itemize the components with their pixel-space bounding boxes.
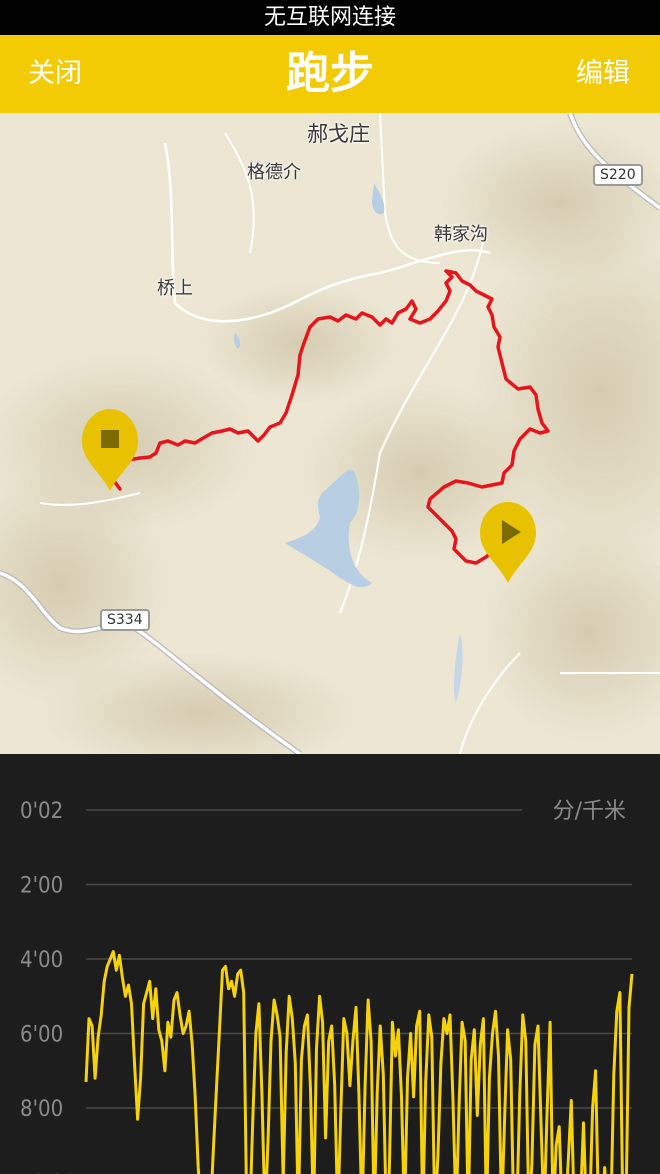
y-tick-label: 4'00 bbox=[20, 948, 63, 973]
connection-status-text: 无互联网连接 bbox=[263, 5, 396, 30]
road-shield-s220: S220 bbox=[593, 164, 643, 186]
pace-series bbox=[84, 950, 634, 1174]
map-canvas bbox=[0, 113, 660, 754]
nav-bar: 关闭 跑步 编辑 bbox=[0, 35, 660, 113]
place-label-hanjiagou: 韩家沟 bbox=[434, 224, 488, 245]
road-shield-s334: S334 bbox=[100, 609, 150, 631]
y-tick-label: 0'02 bbox=[20, 799, 63, 824]
page-title: 跑步 bbox=[286, 48, 374, 99]
y-tick-label: 6'00 bbox=[20, 1023, 63, 1048]
edit-button[interactable]: 编辑 bbox=[576, 35, 630, 113]
status-bar: 无互联网连接 bbox=[0, 0, 660, 35]
y-tick-label: 8'00 bbox=[20, 1097, 63, 1122]
pace-chart: 0'022'004'006'008'0010'00 分/千米 bbox=[0, 754, 660, 1174]
route-map[interactable]: 郝戈庄 格德介 韩家沟 桥上 S220 S334 bbox=[0, 113, 660, 754]
pace-y-axis: 0'022'004'006'008'0010'00 bbox=[20, 799, 76, 1174]
place-label-haogezhuang: 郝戈庄 bbox=[307, 122, 370, 146]
pace-unit-label: 分/千米 bbox=[553, 799, 626, 824]
place-label-gedejie: 格德介 bbox=[247, 162, 301, 183]
pace-line bbox=[84, 950, 634, 1174]
stop-icon bbox=[101, 430, 119, 448]
place-label-qiaoshang: 桥上 bbox=[157, 278, 193, 299]
y-tick-label: 2'00 bbox=[20, 874, 63, 899]
pace-chart-canvas: 0'022'004'006'008'0010'00 分/千米 bbox=[20, 799, 634, 1174]
